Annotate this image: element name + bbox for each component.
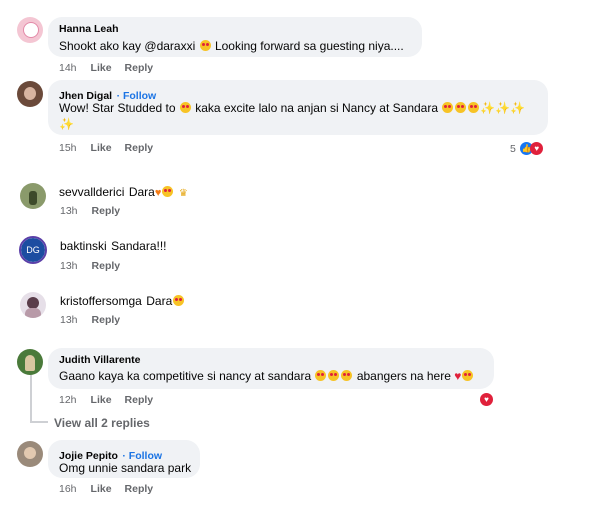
- commenter-name[interactable]: kristoffersomga: [60, 294, 142, 308]
- commenter-name[interactable]: Hanna Leah: [59, 23, 119, 35]
- like-button[interactable]: Like: [91, 142, 112, 154]
- like-button[interactable]: Like: [91, 394, 112, 406]
- thread-line-curve: [30, 421, 48, 423]
- reaction-count: 5: [510, 142, 516, 155]
- comment-line: sevvallderici Dara♥ ♛: [59, 183, 188, 201]
- thread-line: [30, 372, 32, 422]
- avatar[interactable]: [17, 81, 43, 107]
- comment-text: Sandara!!!: [111, 239, 167, 253]
- comment-meta: 15h Like Reply: [59, 142, 153, 154]
- comment-line: baktinski Sandara!!!: [60, 237, 167, 255]
- commenter-name[interactable]: baktinski: [60, 239, 107, 253]
- comment-bubble: Jojie Pepito · Follow Omg unnie sandara …: [48, 440, 200, 478]
- love-reaction-icon[interactable]: ♥: [480, 393, 493, 406]
- sparkles-emoji-icon: ✨: [59, 117, 74, 131]
- timestamp[interactable]: 13h: [60, 260, 78, 272]
- reply-button[interactable]: Reply: [92, 260, 121, 272]
- comment-text-part: kaka excite lalo na anjan si Nancy at Sa…: [195, 101, 439, 115]
- comment-text: Omg unnie sandara park: [59, 461, 192, 475]
- timestamp[interactable]: 16h: [59, 483, 77, 495]
- comment-text: Gaano kaya ka competitive si nancy at sa…: [59, 368, 474, 384]
- reply-button[interactable]: Reply: [125, 142, 154, 154]
- timestamp[interactable]: 13h: [60, 314, 78, 326]
- avatar[interactable]: [17, 441, 43, 467]
- comment-meta: 16h Like Reply: [59, 483, 153, 495]
- comment-meta: 13h Reply: [60, 314, 120, 326]
- comment-text: Wow! Star Studded to kaka excite lalo na…: [59, 100, 544, 132]
- comment-text: Shookt ako kay @daraxxi Looking forward …: [59, 38, 404, 54]
- commenter-name[interactable]: Judith Villarente: [59, 354, 141, 366]
- avatar[interactable]: DG: [19, 236, 47, 264]
- avatar-initials: DG: [21, 238, 45, 262]
- comment-meta: 14h Like Reply: [59, 62, 153, 74]
- timestamp[interactable]: 12h: [59, 394, 77, 406]
- commenter-name[interactable]: sevvallderici: [59, 185, 124, 199]
- heart-eyes-emoji-icon: [315, 370, 327, 381]
- orange-heart-emoji-icon: ♥: [154, 187, 162, 199]
- comment-bubble: Jhen Digal · Follow Wow! Star Studded to…: [48, 80, 548, 135]
- heart-eyes-emoji-icon: [455, 102, 467, 113]
- heart-eyes-emoji-icon: [179, 102, 191, 113]
- heart-eyes-emoji-icon: [328, 370, 340, 381]
- crown-emoji-icon: ♛: [178, 188, 188, 199]
- comment-text-part: abangers na here: [356, 369, 451, 383]
- comment-text-part: Looking forward sa guesting niya....: [214, 39, 404, 53]
- avatar[interactable]: [20, 292, 46, 318]
- reply-button[interactable]: Reply: [125, 394, 154, 406]
- avatar[interactable]: [20, 183, 46, 209]
- red-heart-emoji-icon: ♥: [454, 369, 462, 383]
- reply-button[interactable]: Reply: [125, 62, 154, 74]
- heart-eyes-emoji-icon: [341, 370, 353, 381]
- reply-button[interactable]: Reply: [125, 483, 154, 495]
- love-reaction-icon: ♥: [530, 142, 544, 156]
- comment-meta: 13h Reply: [60, 205, 120, 217]
- comment-text-part: Shookt ako kay @daraxxi: [59, 39, 196, 53]
- reply-button[interactable]: Reply: [92, 314, 121, 326]
- comment-text: Dara: [146, 294, 173, 308]
- timestamp[interactable]: 15h: [59, 142, 77, 154]
- like-button[interactable]: Like: [91, 62, 112, 74]
- heart-eyes-emoji-icon: [468, 102, 480, 113]
- avatar[interactable]: [17, 349, 43, 375]
- comment-meta: 13h Reply: [60, 260, 120, 272]
- comment-line: kristoffersomga Dara: [60, 292, 185, 310]
- comment-text-part: Wow! Star Studded to: [59, 101, 176, 115]
- comment-text: Dara: [128, 185, 155, 199]
- heart-eyes-emoji-icon: [162, 186, 174, 197]
- like-button[interactable]: Like: [91, 483, 112, 495]
- reply-button[interactable]: Reply: [92, 205, 121, 217]
- timestamp[interactable]: 13h: [60, 205, 78, 217]
- comment-bubble: Hanna Leah Shookt ako kay @daraxxi Looki…: [48, 17, 422, 57]
- smiling-hearts-emoji-icon: [199, 40, 211, 51]
- timestamp[interactable]: 14h: [59, 62, 77, 74]
- view-replies-link[interactable]: View all 2 replies: [54, 416, 150, 430]
- heart-eyes-emoji-icon: [173, 295, 185, 306]
- sparkles-emoji-icon: ✨✨✨: [480, 101, 526, 115]
- comment-meta: 12h Like Reply: [59, 394, 153, 406]
- heart-eyes-emoji-icon: [462, 370, 474, 381]
- avatar[interactable]: [17, 17, 43, 43]
- comment-bubble: Judith Villarente Gaano kaya ka competit…: [48, 348, 494, 389]
- heart-eyes-emoji-icon: [442, 102, 454, 113]
- comment-text-part: Gaano kaya ka competitive si nancy at sa…: [59, 369, 312, 383]
- reactions-summary[interactable]: 5 👍 ♥: [510, 140, 544, 158]
